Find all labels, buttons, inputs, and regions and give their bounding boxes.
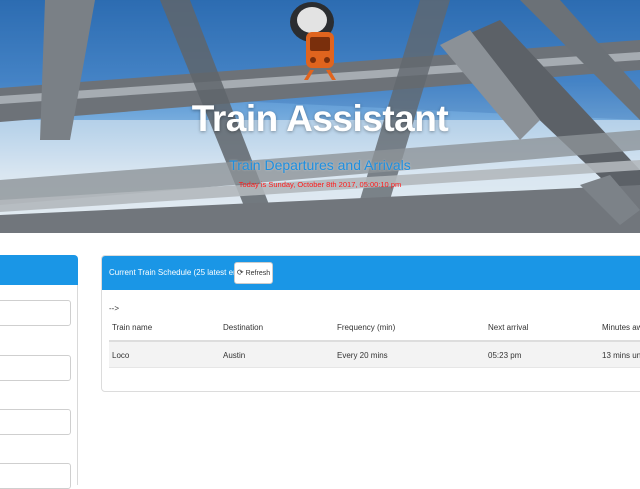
page-title: Train Assistant — [191, 98, 449, 139]
cell-train-name: Loco — [112, 351, 130, 360]
add-train-form — [0, 285, 78, 489]
add-train-panel — [0, 255, 78, 489]
schedule-panel: Current Train Schedule (25 latest entrie… — [101, 255, 640, 392]
column-header-train-name: Train name — [112, 323, 153, 332]
first-train-time-input[interactable] — [0, 409, 71, 435]
cell-next-arrival: 05:23 pm — [488, 351, 522, 360]
destination-input[interactable] — [0, 355, 71, 381]
refresh-button[interactable]: ⟳ Refresh — [234, 262, 273, 284]
frequency-input[interactable] — [0, 463, 71, 489]
add-train-panel-header — [0, 255, 78, 285]
column-header-destination: Destination — [223, 323, 264, 332]
page-subtitle: Train Departures and Arrivals — [229, 157, 411, 173]
refresh-icon: ⟳ — [236, 268, 244, 277]
column-header-next-arrival: Next arrival — [488, 323, 529, 332]
column-header-frequency: Frequency (min) — [337, 323, 396, 332]
cell-frequency: Every 20 mins — [337, 351, 388, 360]
hero-banner: Train Assistant Train Departures and Arr… — [0, 0, 640, 233]
schedule-panel-header: Current Train Schedule (25 latest entrie… — [102, 256, 640, 290]
train-name-input[interactable] — [0, 300, 71, 326]
cell-minutes-away: 13 mins until arrival — [602, 351, 640, 360]
cell-destination: Austin — [223, 351, 246, 360]
stray-text: --> — [109, 304, 119, 313]
train-icon — [304, 32, 336, 80]
refresh-button-label: Refresh — [245, 269, 271, 277]
column-header-minutes-away: Minutes away — [602, 323, 640, 332]
current-date-text: Today is Sunday, October 8th 2017, 05:00… — [238, 180, 402, 189]
